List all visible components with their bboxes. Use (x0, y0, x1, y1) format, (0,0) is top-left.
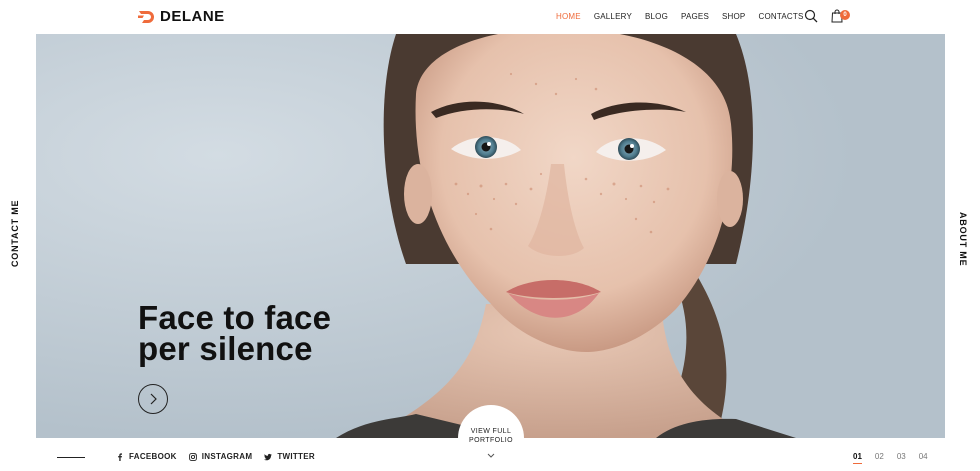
nav-item-home[interactable]: HOME (556, 12, 581, 21)
hero-headline-line-1: Face to face (138, 299, 332, 336)
slide-pager: 01 02 03 04 (853, 452, 928, 464)
portfolio-label-line-1: VIEW FULL (470, 428, 512, 435)
hero-headline-line-2: per silence (138, 330, 313, 367)
logo[interactable]: DELANE (138, 8, 225, 25)
footer-divider (57, 457, 85, 458)
next-slide-button[interactable] (138, 384, 168, 414)
nav-item-pages[interactable]: PAGES (681, 12, 709, 21)
contact-me-label: CONTACT ME (10, 199, 20, 267)
brand-name: DELANE (160, 8, 225, 25)
facebook-link[interactable]: FACEBOOK (116, 452, 177, 461)
main-nav: HOME GALLERY BLOG PAGES SHOP CONTACTS (556, 12, 817, 21)
logo-icon (138, 10, 154, 23)
twitter-icon (264, 453, 273, 460)
instagram-label: INSTAGRAM (201, 452, 253, 461)
nav-item-contacts[interactable]: CONTACTS (758, 12, 803, 21)
cart-count-badge: 0 (840, 10, 850, 20)
search-icon[interactable] (804, 9, 818, 23)
about-me-label: ABOUT ME (958, 212, 968, 267)
facebook-icon (118, 452, 122, 461)
hero-portrait-image (36, 34, 945, 438)
site-header: DELANE HOME GALLERY BLOG PAGES SHOP CONT… (0, 0, 980, 34)
hero-slider: Face to face per silence (36, 34, 945, 438)
hero-headline: Face to face per silence (138, 299, 332, 367)
about-me-link[interactable]: ABOUT ME (952, 210, 978, 266)
facebook-label: FACEBOOK (129, 452, 177, 461)
nav-item-shop[interactable]: SHOP (722, 12, 745, 21)
chevron-right-icon (150, 393, 157, 405)
twitter-label: TWITTER (277, 452, 315, 461)
social-links: FACEBOOK INSTAGRAM TWITTER (116, 452, 327, 461)
pager-item-02[interactable]: 02 (875, 452, 884, 461)
portfolio-label-line-2: PORTFOLIO (469, 437, 513, 444)
view-full-portfolio-button[interactable]: VIEW FULL PORTFOLIO (458, 405, 524, 471)
instagram-icon (188, 452, 197, 461)
contact-me-link[interactable]: CONTACT ME (4, 200, 30, 272)
nav-item-blog[interactable]: BLOG (645, 12, 668, 21)
nav-item-gallery[interactable]: GALLERY (594, 12, 632, 21)
cart-button[interactable]: 0 (831, 8, 851, 24)
chevron-down-icon (487, 453, 495, 458)
instagram-link[interactable]: INSTAGRAM (188, 452, 253, 461)
pager-item-03[interactable]: 03 (897, 452, 906, 461)
pager-item-04[interactable]: 04 (919, 452, 928, 461)
twitter-link[interactable]: TWITTER (264, 452, 315, 461)
pager-item-01[interactable]: 01 (853, 452, 862, 464)
